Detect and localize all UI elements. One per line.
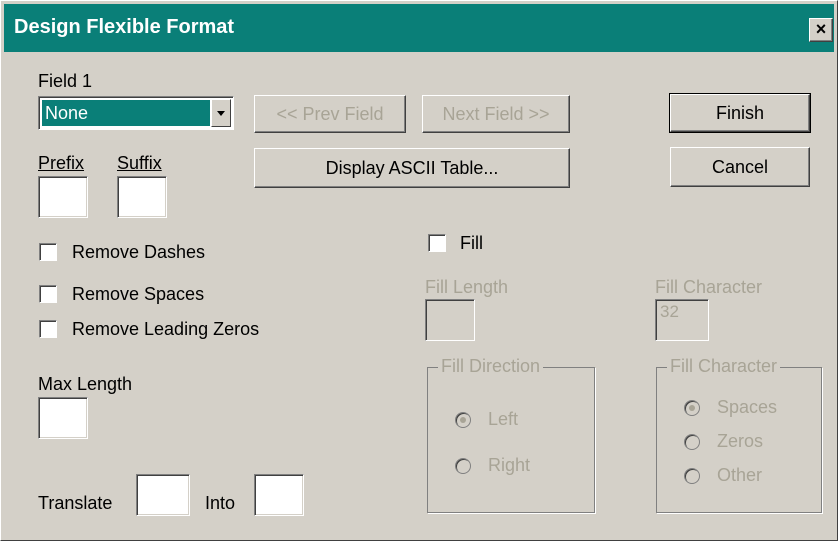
direction-left-label: Left	[488, 409, 519, 429]
fill-character-input[interactable]: 32	[655, 299, 709, 341]
direction-left-radio[interactable]	[455, 412, 471, 428]
finish-button[interactable]: Finish	[669, 93, 811, 133]
direction-right-label: Right	[488, 455, 531, 475]
char-spaces-radio[interactable]	[684, 400, 700, 416]
max-length-input[interactable]	[38, 397, 88, 439]
chevron-down-icon[interactable]	[211, 99, 231, 127]
field-dropdown[interactable]: None	[38, 96, 234, 130]
next-field-button[interactable]: Next Field >>	[422, 95, 570, 133]
max-length-label: Max Length	[38, 374, 133, 394]
remove-leading-zeros-checkbox[interactable]	[39, 320, 57, 338]
close-icon: ×	[815, 19, 827, 39]
fill-label: Fill	[460, 233, 483, 253]
dialog-window: Design Flexible Format × Field 1 None <<…	[0, 0, 838, 541]
field-label: Field 1	[38, 71, 93, 91]
char-spaces-label: Spaces	[717, 397, 778, 417]
suffix-input[interactable]	[117, 176, 167, 218]
char-other-radio[interactable]	[684, 468, 700, 484]
fill-length-label: Fill Length	[425, 277, 509, 297]
cancel-button[interactable]: Cancel	[670, 147, 810, 187]
dialog-title: Design Flexible Format	[14, 16, 235, 38]
remove-dashes-checkbox[interactable]	[39, 243, 57, 261]
fill-direction-legend: Fill Direction	[438, 356, 544, 377]
remove-spaces-checkbox[interactable]	[39, 285, 57, 303]
remove-dashes-label: Remove Dashes	[72, 242, 206, 262]
title-bar: Design Flexible Format ×	[4, 4, 834, 52]
fill-character-legend: Fill Character	[667, 356, 781, 377]
direction-right-radio[interactable]	[455, 458, 471, 474]
suffix-label: Suffix	[117, 153, 162, 173]
translate-input[interactable]	[136, 474, 190, 516]
char-zeros-label: Zeros	[717, 431, 764, 451]
char-other-label: Other	[717, 465, 763, 485]
remove-spaces-label: Remove Spaces	[72, 284, 205, 304]
fill-character-label: Fill Character	[655, 277, 763, 297]
translate-label: Translate	[38, 493, 113, 513]
fill-character-group: Fill Character Spaces Zeros Other	[656, 356, 822, 513]
fill-direction-group: Fill Direction Left Right	[427, 356, 595, 513]
into-input[interactable]	[254, 474, 304, 516]
prefix-input[interactable]	[38, 176, 88, 218]
remove-leading-zeros-label: Remove Leading Zeros	[72, 319, 260, 339]
close-button[interactable]: ×	[809, 18, 833, 42]
display-ascii-table-button[interactable]: Display ASCII Table...	[254, 148, 570, 188]
prefix-label: Prefix	[38, 153, 85, 173]
field-selected-value: None	[42, 100, 210, 126]
fill-character-value: 32	[660, 302, 679, 321]
fill-length-input[interactable]	[425, 299, 475, 341]
into-label: Into	[205, 493, 236, 513]
char-zeros-radio[interactable]	[684, 434, 700, 450]
fill-checkbox[interactable]	[428, 234, 446, 252]
prev-field-button[interactable]: << Prev Field	[254, 95, 406, 133]
